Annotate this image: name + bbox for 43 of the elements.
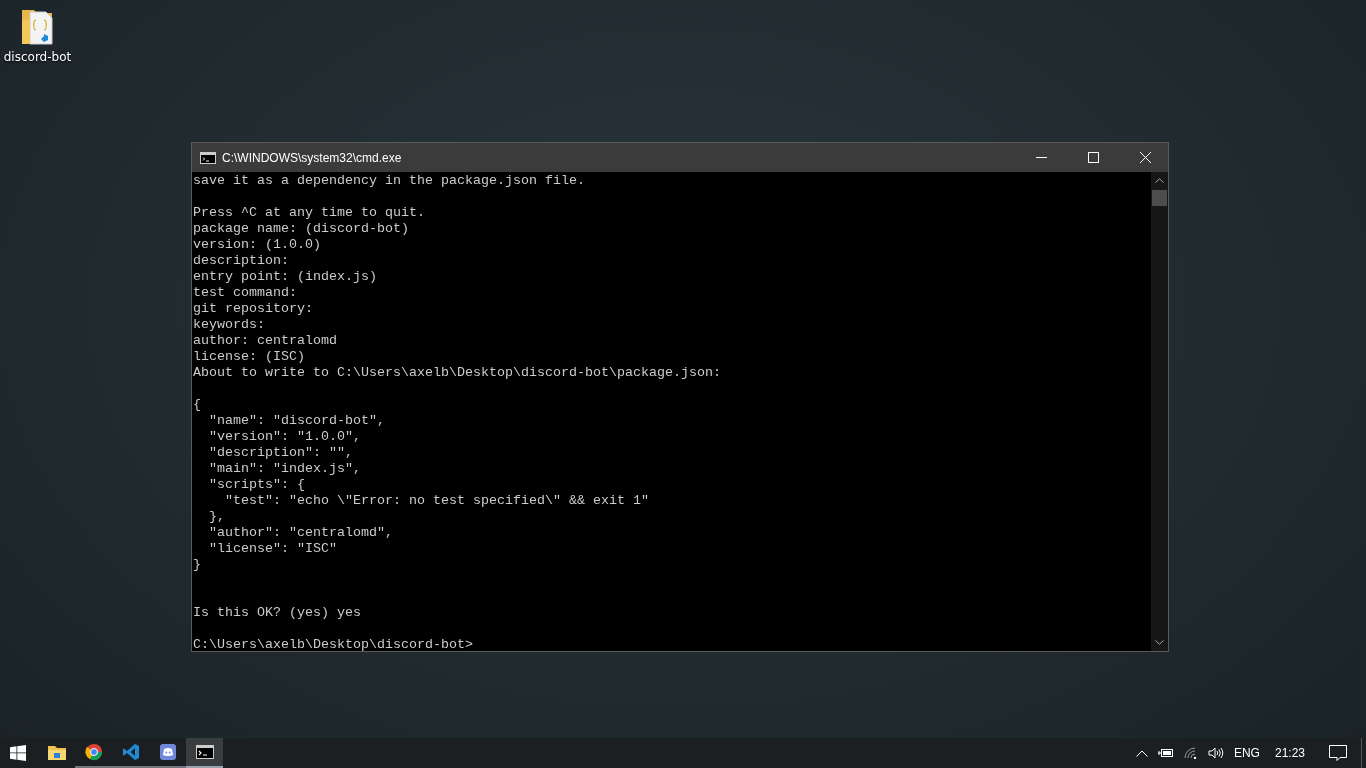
windows-logo-icon	[10, 745, 26, 761]
console-line: "name": "discord-bot",	[208, 413, 386, 429]
terminal-icon	[200, 151, 216, 164]
console-line: keywords:	[193, 317, 266, 333]
console-line: Press ^C at any time to quit.	[193, 205, 426, 221]
console-line: About to write to C:\Users\axelb\Desktop\discord-bot\package.json:	[193, 365, 722, 381]
speech-bubble-icon	[1329, 745, 1347, 761]
console-line: "main": "index.js",	[208, 461, 362, 477]
console-line: author: centralomd	[193, 333, 338, 349]
console-line: "description": "",	[208, 445, 354, 461]
taskbar-app-button[interactable]	[186, 738, 223, 768]
window-title: C:\WINDOWS\system32\cmd.exe	[222, 150, 403, 165]
console-line: test command:	[193, 285, 298, 301]
scrollbar-thumb[interactable]	[1152, 190, 1167, 206]
language-indicator[interactable]: ENG	[1228, 738, 1265, 768]
scrollbar[interactable]	[1151, 172, 1168, 651]
close-icon	[1139, 152, 1151, 163]
console-line: git repository:	[193, 301, 314, 317]
console-line: C:\Users\axelb\Desktop\discord-bot>	[193, 637, 474, 651]
chevron-up-icon	[1135, 749, 1148, 757]
console-line: entry point: (index.js)	[193, 269, 378, 285]
console-line: version: (1.0.0)	[193, 237, 322, 253]
chat-app-icon	[159, 744, 176, 760]
folder-icon	[47, 744, 66, 760]
terminal-icon	[195, 745, 214, 759]
code-editor-icon	[121, 743, 140, 761]
console-line: save it as a dependency in the package.json file.	[193, 173, 586, 189]
console-line: "license": "ISC"	[208, 541, 338, 557]
console-line: license: (ISC)	[193, 349, 306, 365]
console-line: "version": "1.0.0",	[208, 429, 362, 445]
maximize-icon	[1087, 152, 1099, 163]
console-line: Is this OK? (yes) yes	[193, 605, 362, 621]
clock[interactable]: 21:23	[1264, 738, 1315, 768]
console-line: package name: (discord-bot)	[193, 221, 410, 237]
console-line: "author": "centralomd",	[208, 525, 394, 541]
console-line: description:	[193, 253, 290, 269]
console-line: "scripts": {	[208, 477, 306, 493]
globe-icon	[84, 743, 103, 761]
desktop-icon-label: discord-bot	[3, 50, 72, 64]
console-line: {	[193, 397, 202, 413]
console-line: "test": "echo \"Error: no test specified\" && exit 1"	[224, 493, 650, 509]
console-line: },	[208, 509, 226, 525]
console-line: }	[193, 557, 202, 573]
